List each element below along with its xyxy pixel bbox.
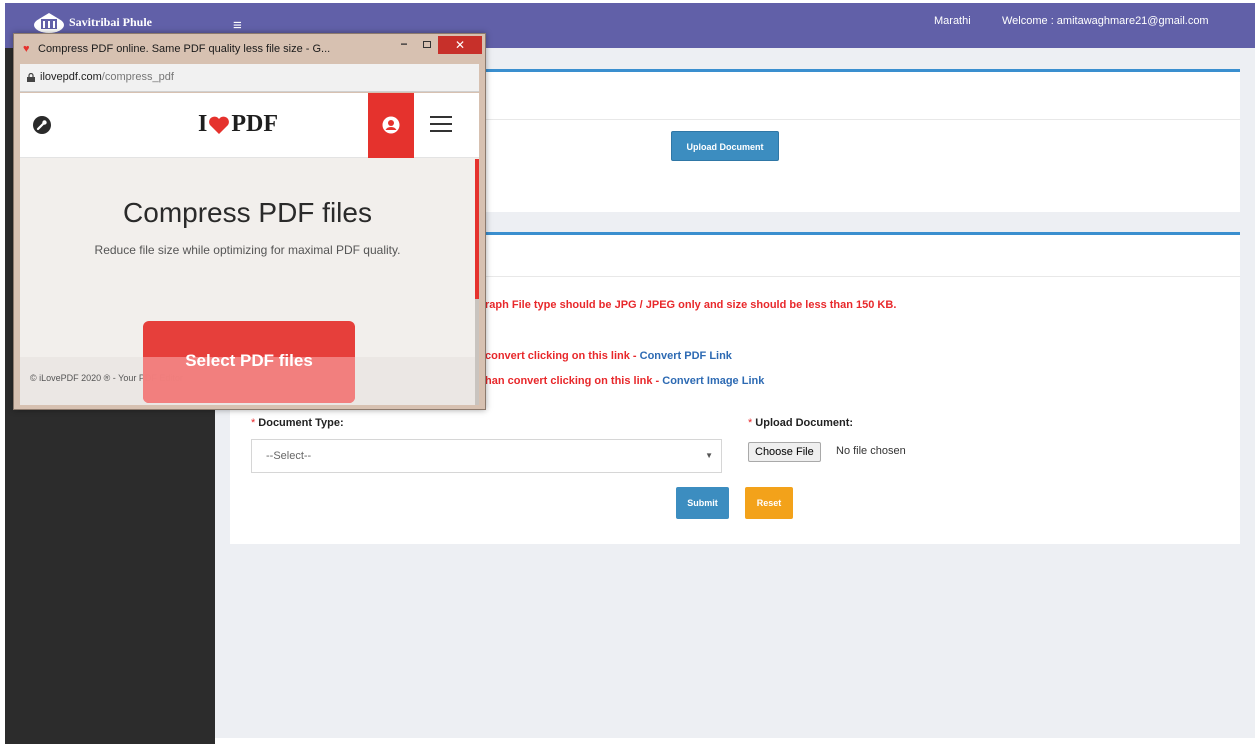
chevron-down-icon: ▼ [705, 451, 713, 460]
heart-icon [209, 116, 230, 134]
document-type-select[interactable]: --Select-- ▼ [251, 439, 722, 473]
ilovepdf-page: I PDF Compress PDF files Reduce file siz… [20, 93, 479, 405]
select-pdf-files-button[interactable]: Select PDF files [143, 321, 355, 403]
required-marker: * [251, 417, 256, 429]
heart-favicon-icon: ♥ [23, 43, 30, 55]
document-type-value: --Select-- [266, 450, 312, 462]
lock-icon [27, 73, 35, 82]
file-status-text: No file chosen [836, 445, 906, 457]
upload-document-button[interactable]: Upload Document [671, 131, 779, 161]
maximize-button[interactable] [420, 38, 434, 52]
scrollbar-track[interactable] [475, 299, 479, 405]
pdf-convert-text: convert clicking on this link - [485, 350, 640, 362]
window-titlebar[interactable]: ♥ Compress PDF online. Same PDF quality … [14, 34, 485, 64]
image-convert-text: han convert clicking on this link - [485, 375, 663, 387]
user-account-button[interactable] [368, 93, 414, 158]
scrollbar-thumb[interactable] [475, 159, 479, 299]
university-emblem-icon [34, 13, 64, 33]
upload-document-label-text: Upload Document: [755, 417, 854, 429]
close-button[interactable]: ✕ [438, 36, 482, 54]
language-link[interactable]: Marathi [934, 15, 971, 27]
submit-button[interactable]: Submit [676, 487, 729, 519]
ilovepdf-logo[interactable]: I PDF [198, 111, 278, 138]
address-bar[interactable]: ilovepdf.com/compress_pdf [20, 64, 479, 92]
wrench-icon[interactable] [32, 115, 52, 135]
site-logo[interactable]: Savitribai Phule [33, 11, 152, 33]
url-host: ilovepdf.com [40, 71, 102, 83]
sidebar-toggle-icon[interactable]: ≡ [233, 17, 242, 34]
hamburger-menu-icon[interactable] [430, 115, 452, 133]
browser-popup-window: ♥ Compress PDF online. Same PDF quality … [13, 33, 486, 410]
page-subtitle: Reduce file size while optimizing for ma… [94, 243, 401, 257]
required-marker: * [748, 417, 753, 429]
welcome-user[interactable]: Welcome : amitawaghmare21@gmail.com [1002, 15, 1209, 27]
select-pdf-files-label: Select PDF files [185, 351, 313, 370]
choose-file-button[interactable]: Choose File [748, 442, 821, 462]
document-type-label-text: Document Type: [258, 417, 344, 429]
convert-image-link[interactable]: Convert Image Link [662, 375, 764, 387]
reset-button[interactable]: Reset [745, 487, 793, 519]
url-text: ilovepdf.com/compress_pdf [40, 71, 174, 83]
convert-pdf-link[interactable]: Convert PDF Link [640, 350, 732, 362]
image-convert-info: han convert clicking on this link - Conv… [485, 375, 764, 387]
window-title: Compress PDF online. Same PDF quality le… [38, 43, 331, 55]
upload-document-label: * Upload Document: [748, 417, 853, 429]
logo-letters-pdf: PDF [231, 111, 278, 137]
site-title: Savitribai Phule [69, 14, 153, 29]
document-type-label: * Document Type: [251, 417, 344, 429]
maximize-icon [423, 41, 431, 48]
url-path: /compress_pdf [101, 71, 174, 83]
minimize-button[interactable]: − [397, 37, 411, 51]
user-icon [382, 116, 400, 134]
pdf-convert-info: convert clicking on this link - Convert … [485, 350, 732, 362]
ilovepdf-header: I PDF [20, 93, 479, 158]
logo-letter-i: I [198, 111, 208, 137]
file-requirement-warning: raph File type should be JPG / JPEG only… [485, 299, 897, 311]
page-heading: Compress PDF files [123, 197, 372, 228]
